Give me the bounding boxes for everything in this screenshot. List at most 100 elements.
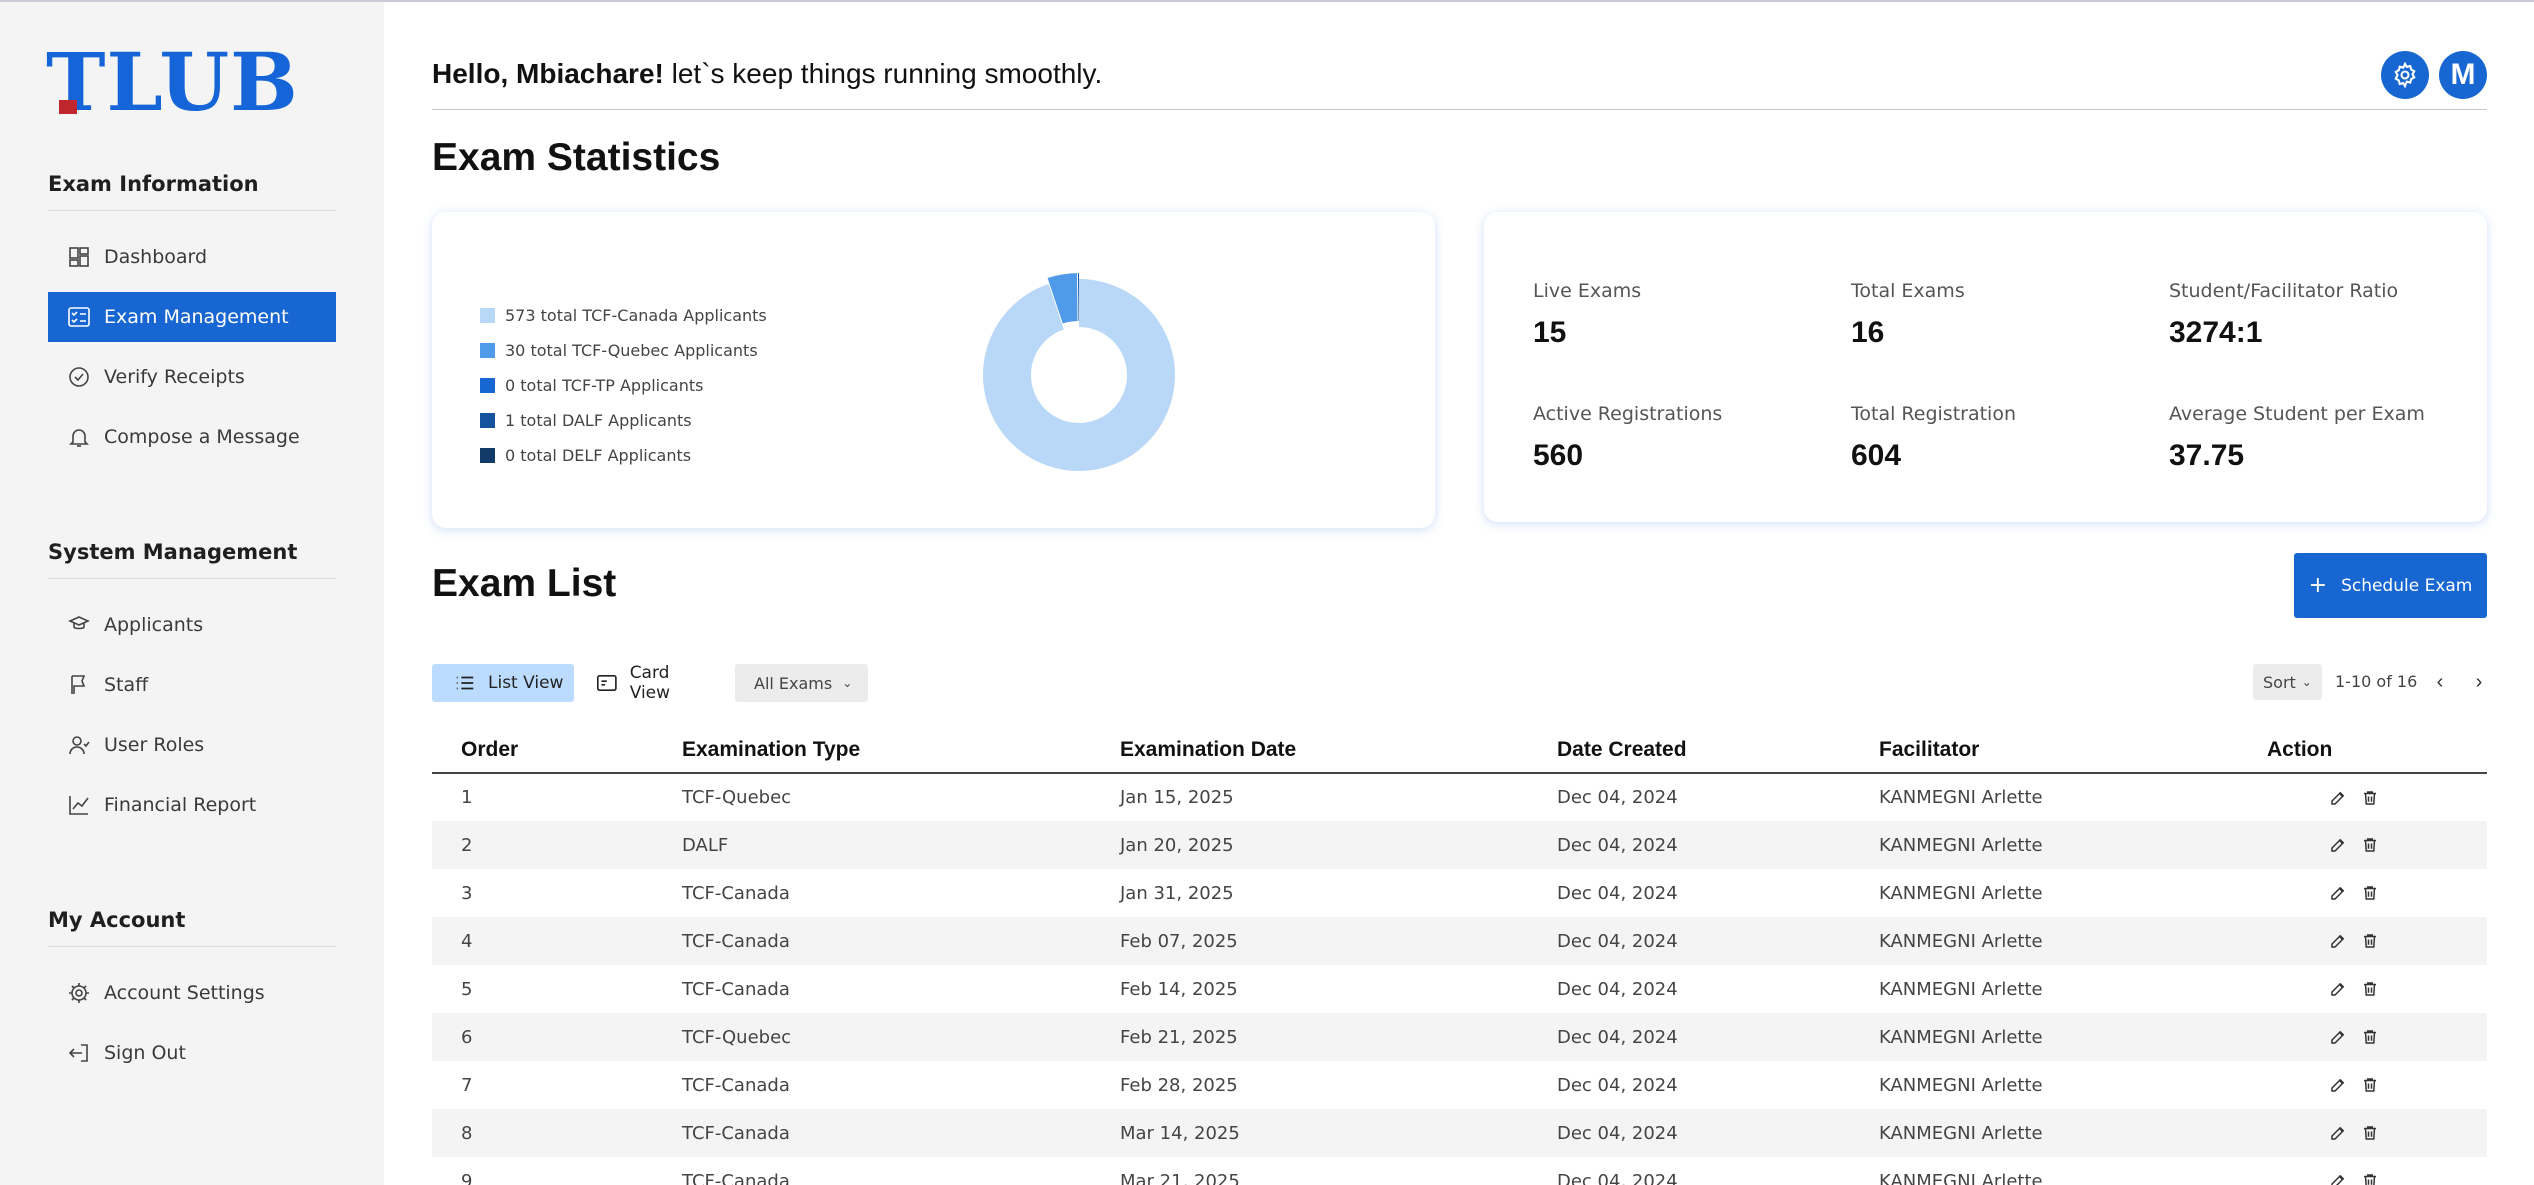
cell-facilitator: KANMEGNI Arlette [1879,978,2043,1000]
sidebar-item-dashboard[interactable]: Dashboard [48,232,336,282]
legend-item: 30 total TCF-Quebec Applicants [480,333,767,368]
header-divider [432,109,2487,110]
chevron-down-icon: ⌄ [842,676,853,690]
prev-page-button[interactable]: ‹ [2426,666,2454,698]
sidebar-item-exam-management[interactable]: Exam Management [48,292,336,342]
cell-examination-type: TCF-Quebec [682,1013,1120,1061]
cell-facilitator: KANMEGNI Arlette [1879,1109,2267,1157]
section-title-exam-information: Exam Information [48,172,336,211]
table-row[interactable]: 1 TCF-Quebec Jan 15, 2025 Dec 04, 2024 KANME… [432,773,2487,821]
sidebar-item-label: Account Settings [104,982,265,1004]
cell-action [2267,917,2487,965]
card-icon [596,674,617,692]
trash-icon[interactable] [2361,980,2379,998]
sort-label: Sort [2263,672,2296,692]
exam-filter-dropdown[interactable]: All Exams ⌄ [735,664,868,702]
card-view-button[interactable]: Card View [594,663,714,703]
cell-order: 6 [432,1013,682,1061]
cell-order: 4 [432,917,682,965]
tlub-logo[interactable]: TLUB [46,42,299,122]
list-icon [456,676,474,690]
cell-facilitator: KANMEGNI Arlette [1879,1170,2043,1185]
table-row[interactable]: 7 TCF-Canada Feb 28, 2025 Dec 04, 2024 KANME… [432,1061,2487,1109]
table-row[interactable]: 6 TCF-Quebec Feb 21, 2025 Dec 04, 2024 KANME… [432,1013,2487,1061]
stat-label: Active Registrations [1533,403,1723,425]
table-row[interactable]: 4 TCF-Canada Feb 07, 2025 Dec 04, 2024 KANME… [432,917,2487,965]
check-circle-icon [66,364,92,390]
chevron-right-icon: › [2475,670,2483,693]
sidebar: TLUB Exam Information Dashboard Exam Man… [0,2,384,1185]
legend-swatch [480,448,495,463]
cell-facilitator: KANMEGNI Arlette [1879,787,2043,808]
chevron-down-icon: ⌄ [2301,675,2312,689]
edit-icon[interactable] [2329,1028,2347,1046]
table-row[interactable]: 3 TCF-Canada Jan 31, 2025 Dec 04, 2024 KANME… [432,869,2487,917]
column-header-order[interactable]: Order [432,724,682,774]
cell-order: 8 [432,1109,682,1157]
legend-item: 0 total DELF Applicants [480,438,767,473]
next-page-button[interactable]: › [2465,666,2493,698]
column-header-date-created[interactable]: Date Created [1557,724,1879,774]
exam-table-body: 1 TCF-Quebec Jan 15, 2025 Dec 04, 2024 KANME… [432,773,2487,1185]
legend-swatch [480,308,495,323]
stat-live-exams: Live Exams 15 [1533,280,1641,350]
avatar[interactable]: M [2439,51,2487,99]
cell-examination-date: Jan 20, 2025 [1120,821,1557,869]
edit-icon[interactable] [2329,1172,2347,1185]
edit-icon[interactable] [2329,789,2347,807]
stat-value: 604 [1851,439,1902,472]
donut-slice[interactable] [1077,273,1079,322]
table-row[interactable]: 5 TCF-Canada Feb 14, 2025 Dec 04, 2024 KANME… [432,965,2487,1013]
legend-item: 1 total DALF Applicants [480,403,767,438]
sidebar-item-sign-out[interactable]: Sign Out [48,1028,336,1078]
column-header-examination-date[interactable]: Examination Date [1120,724,1557,774]
schedule-exam-button[interactable]: + Schedule Exam [2294,553,2487,618]
cell-action [2267,1109,2487,1157]
stat-student-facilitator-ratio: Student/Facilitator Ratio 3274:1 [2169,280,2398,350]
cell-order: 3 [461,882,473,904]
column-header-facilitator[interactable]: Facilitator [1879,724,2267,774]
sort-dropdown[interactable]: Sort ⌄ [2253,664,2322,700]
trash-icon[interactable] [2361,1028,2379,1046]
settings-button[interactable] [2381,51,2429,99]
cell-examination-type: TCF-Canada [682,978,790,1000]
sidebar-item-account-settings[interactable]: Account Settings [48,968,336,1018]
edit-icon[interactable] [2329,836,2347,854]
sidebar-item-label: Applicants [104,614,204,636]
sidebar-item-staff[interactable]: Staff [48,660,336,710]
donut-slice[interactable] [983,279,1175,471]
table-row[interactable]: 8 TCF-Canada Mar 14, 2025 Dec 04, 2024 KANME… [432,1109,2487,1157]
trash-icon[interactable] [2361,884,2379,902]
sidebar-item-user-roles[interactable]: User Roles [48,720,336,770]
cell-action [2267,1013,2487,1061]
edit-icon[interactable] [2329,1124,2347,1142]
trash-icon[interactable] [2361,836,2379,854]
edit-icon[interactable] [2329,932,2347,950]
sidebar-item-verify-receipts[interactable]: Verify Receipts [48,352,336,402]
stat-value: 37.75 [2169,439,2245,472]
cell-date-created: Dec 04, 2024 [1557,1074,1678,1096]
table-row[interactable]: 2 DALF Jan 20, 2025 Dec 04, 2024 KANMEGNI Ar… [432,821,2487,869]
table-row[interactable]: 9 TCF-Canada Mar 21, 2025 Dec 04, 2024 KANME… [432,1157,2487,1185]
sign-out-icon [66,1040,92,1066]
edit-icon[interactable] [2329,1076,2347,1094]
trash-icon[interactable] [2361,789,2379,807]
sidebar-item-compose-message[interactable]: Compose a Message [48,412,336,462]
trash-icon[interactable] [2361,932,2379,950]
donut-chart [983,273,1175,471]
list-view-label: List View [488,673,564,693]
trash-icon[interactable] [2361,1124,2379,1142]
edit-icon[interactable] [2329,980,2347,998]
card-view-label: Card View [629,663,671,703]
edit-icon[interactable] [2329,884,2347,902]
stat-label: Total Exams [1851,280,1965,302]
list-view-button[interactable]: List View [432,664,574,702]
sidebar-item-financial-report[interactable]: Financial Report [48,780,336,830]
sidebar-item-applicants[interactable]: Applicants [48,600,336,650]
exam-filter-label: All Exams [754,673,833,693]
schedule-exam-label: Schedule Exam [2341,575,2473,596]
trash-icon[interactable] [2361,1172,2379,1185]
trash-icon[interactable] [2361,1076,2379,1094]
sidebar-item-label: Sign Out [104,1042,186,1064]
column-header-examination-type[interactable]: Examination Type [682,724,1120,774]
